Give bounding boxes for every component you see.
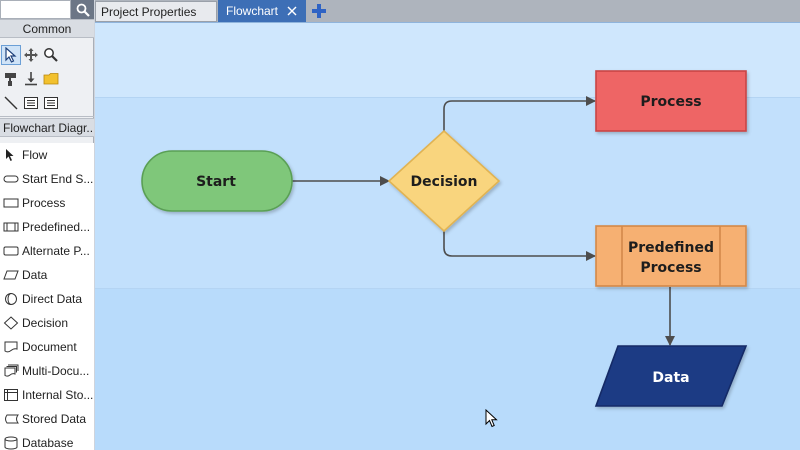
pan-tool[interactable] [21, 45, 41, 65]
predefined-process-shape[interactable] [595, 225, 747, 287]
left-panel: Common Flowchart Diagr... Flow Start End… [0, 0, 94, 450]
predefined-process-label-line1: Predefined [628, 240, 714, 256]
mouse-cursor-icon [485, 409, 498, 428]
start-label: Start [196, 174, 236, 190]
shape-item-database[interactable]: Database [0, 431, 94, 450]
multi-document-icon [0, 359, 22, 383]
internal-storage-icon [0, 383, 22, 407]
search-input[interactable] [0, 0, 71, 19]
direct-data-icon [0, 287, 22, 311]
flowchart-diagram: Start Decision Process Predefined Proces… [141, 70, 748, 407]
zoom-tool[interactable] [41, 45, 61, 65]
data-label: Data [652, 370, 689, 386]
select-tool[interactable] [1, 45, 21, 65]
process-icon [0, 191, 22, 215]
shape-item-alternate[interactable]: Alternate P... [0, 239, 94, 263]
note-icon [44, 97, 58, 109]
tab-project-properties[interactable]: Project Properties [95, 1, 217, 22]
common-tools [0, 39, 94, 117]
shape-item-decision[interactable]: Decision [0, 311, 94, 335]
group-tool[interactable] [41, 69, 61, 89]
search-icon [76, 3, 90, 17]
move-icon [24, 48, 38, 62]
data-icon [0, 263, 22, 287]
process-label: Process [640, 94, 701, 110]
magnifier-icon [44, 48, 58, 62]
stored-data-icon [0, 407, 22, 431]
shape-item-document[interactable]: Document [0, 335, 94, 359]
tab-label: Flowchart [226, 4, 279, 18]
diagram-canvas[interactable]: Start Decision Process Predefined Proces… [95, 22, 800, 450]
start-end-icon [0, 167, 22, 191]
shape-item-internal-storage[interactable]: Internal Sto... [0, 383, 94, 407]
align-tool[interactable] [21, 69, 41, 89]
shape-list: Flow Start End S... Process Predefined..… [0, 143, 94, 450]
shape-item-predefined[interactable]: Predefined... [0, 215, 94, 239]
folder-icon [43, 73, 59, 85]
decision-label: Decision [411, 174, 478, 190]
shape-item-data[interactable]: Data [0, 263, 94, 287]
shape-item-process[interactable]: Process [0, 191, 94, 215]
shape-item-start-end[interactable]: Start End S... [0, 167, 94, 191]
format-painter-icon [5, 73, 16, 86]
text-tool[interactable] [21, 93, 41, 113]
line-icon [4, 96, 18, 110]
shape-item-direct-data[interactable]: Direct Data [0, 287, 94, 311]
tab-label: Project Properties [101, 4, 197, 19]
tab-flowchart[interactable]: Flowchart [218, 0, 306, 22]
close-tab-button[interactable] [284, 3, 300, 19]
predefined-process-icon [0, 215, 22, 239]
search-button[interactable] [71, 0, 94, 19]
text-box-icon [24, 97, 38, 109]
shape-item-flow[interactable]: Flow [0, 143, 94, 167]
add-tab-button[interactable] [311, 3, 327, 19]
predefined-process-label-line2: Process [640, 260, 701, 276]
search-row [0, 0, 94, 19]
connector-decision-predefined[interactable] [443, 231, 596, 261]
flow-arrow-icon [0, 143, 22, 167]
document-icon [0, 335, 22, 359]
line-tool[interactable] [1, 93, 21, 113]
shape-item-stored-data[interactable]: Stored Data [0, 407, 94, 431]
align-down-icon [25, 72, 37, 86]
common-group-header[interactable]: Common [0, 19, 94, 38]
plus-icon [312, 4, 326, 18]
format-painter-tool[interactable] [1, 69, 21, 89]
alternate-process-icon [0, 239, 22, 263]
close-icon [287, 6, 297, 16]
connector-decision-process[interactable] [443, 96, 596, 131]
pointer-icon [5, 47, 17, 63]
tab-bar: Project Properties Flowchart [95, 0, 800, 22]
flowchart-group-header[interactable]: Flowchart Diagr... [0, 118, 94, 137]
note-tool[interactable] [41, 93, 61, 113]
decision-icon [0, 311, 22, 335]
database-icon [0, 431, 22, 450]
shape-item-multi-document[interactable]: Multi-Docu... [0, 359, 94, 383]
